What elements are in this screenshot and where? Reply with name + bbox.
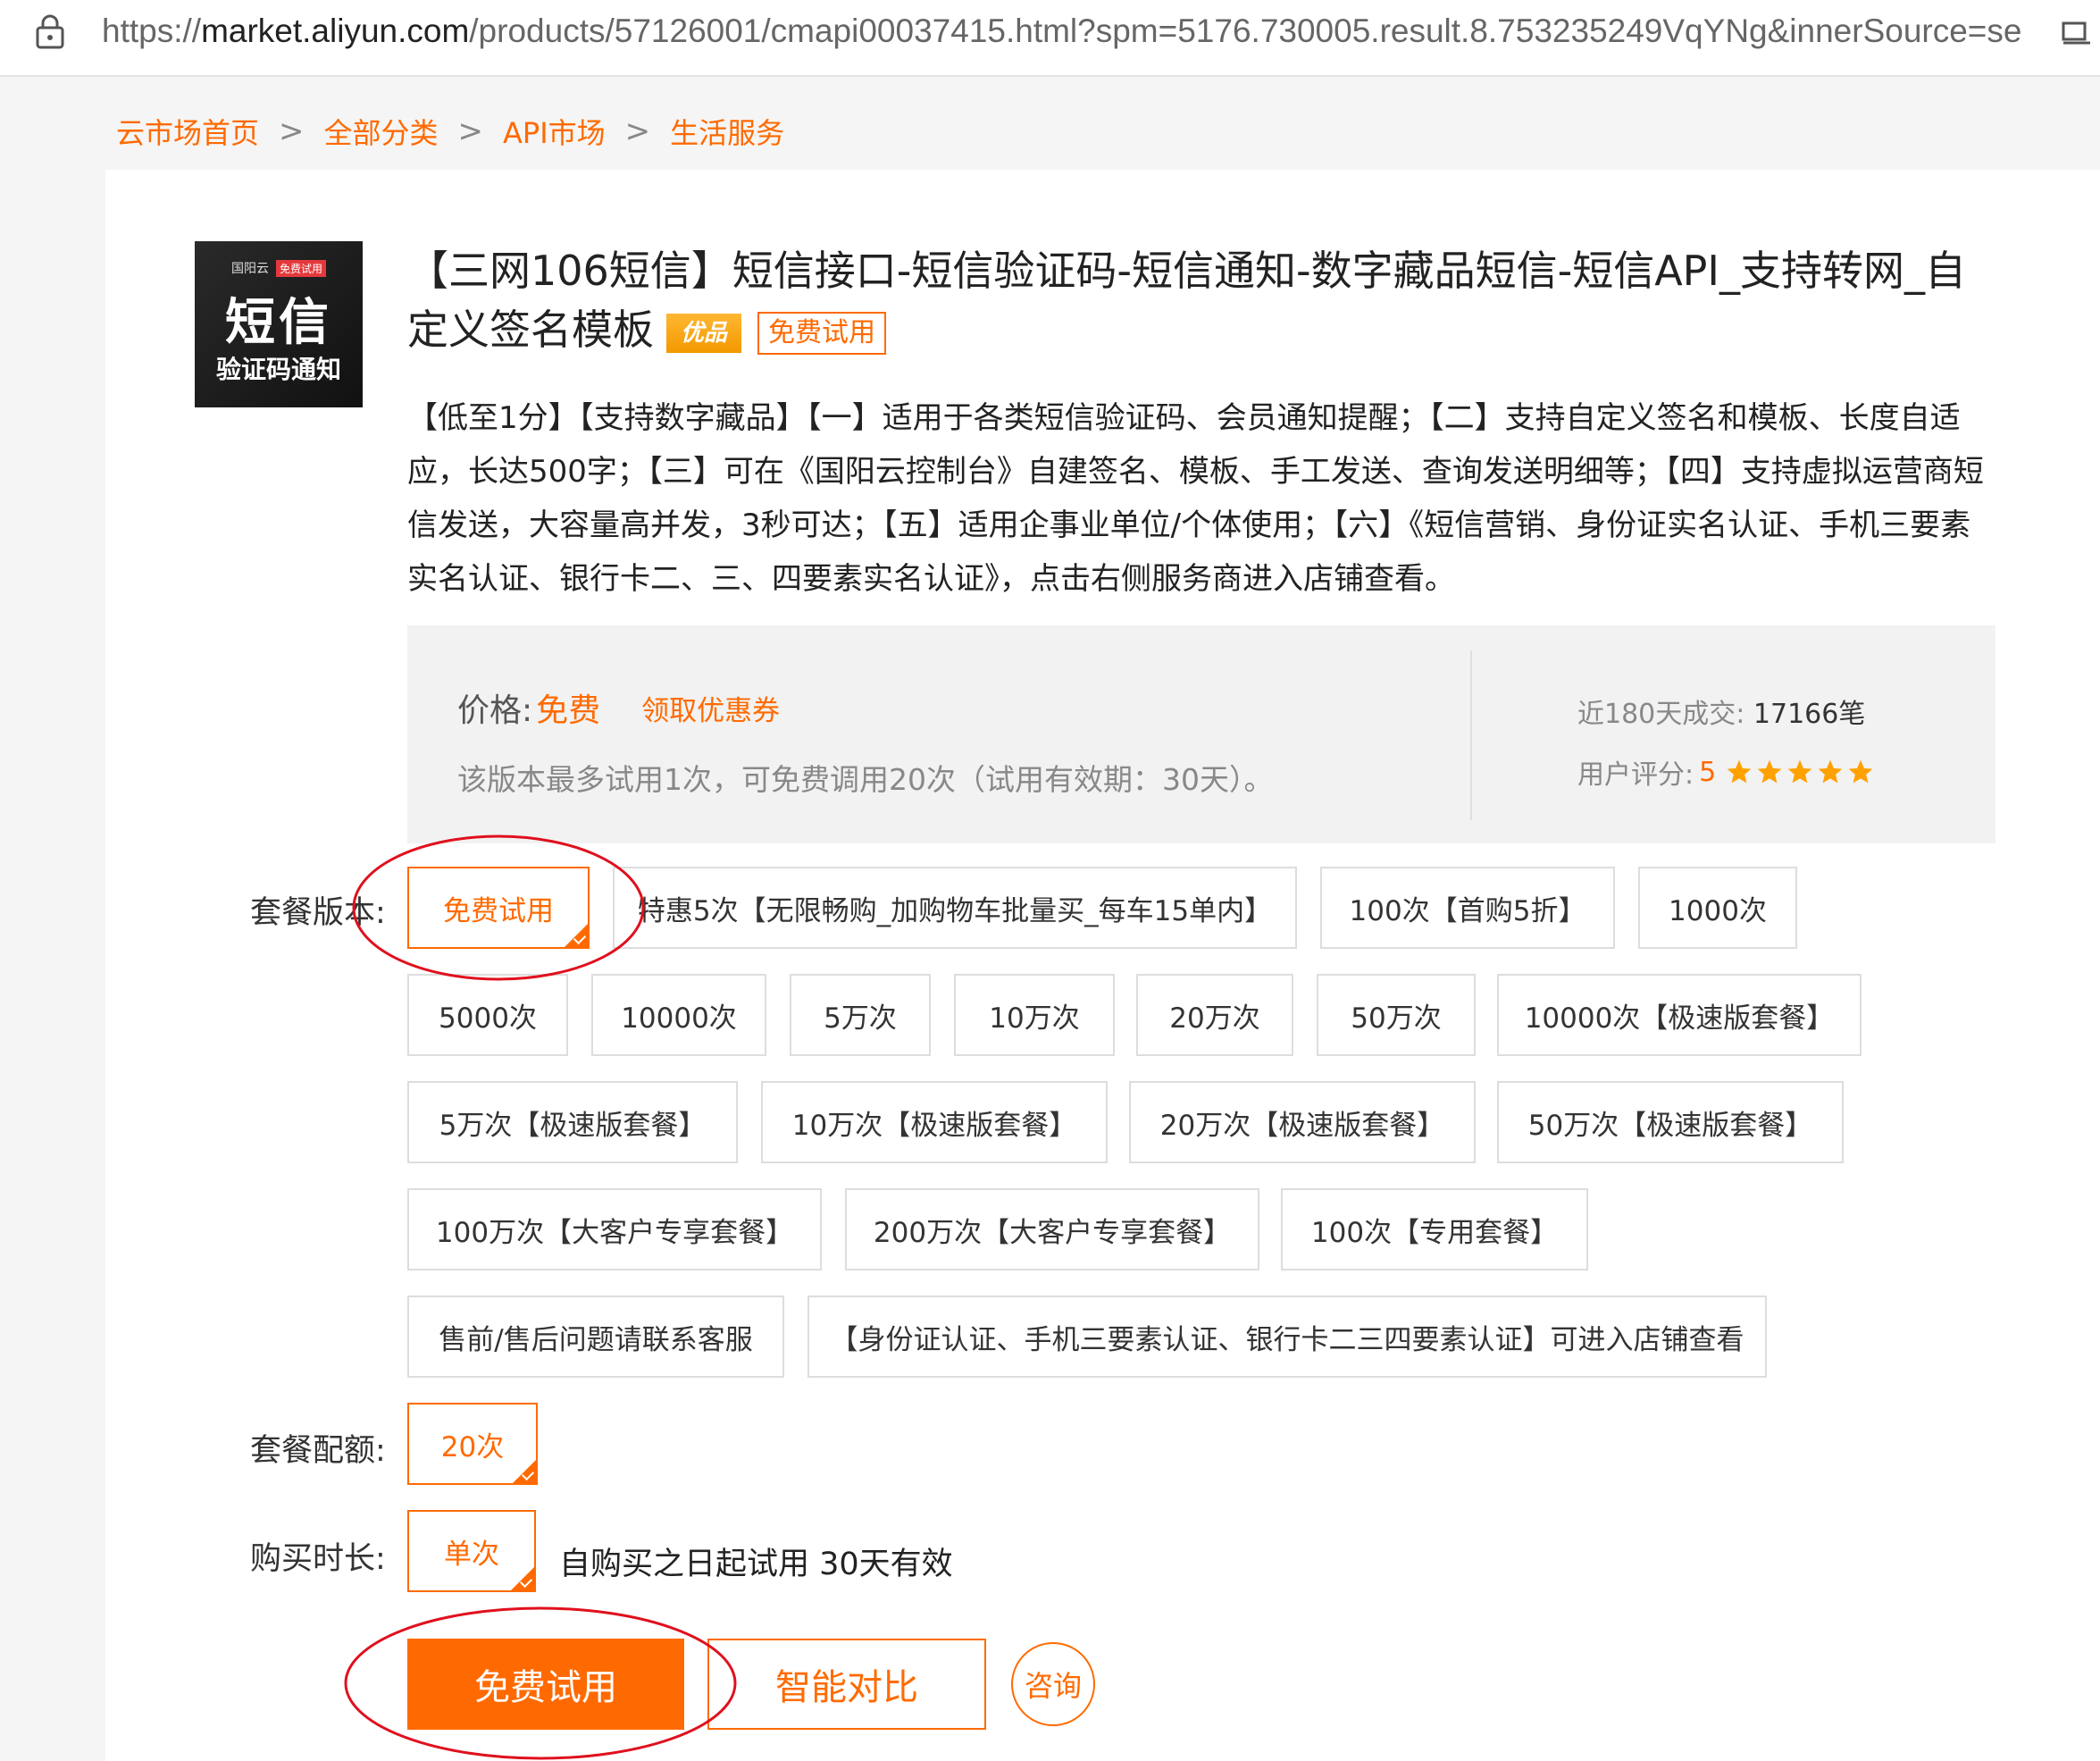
duration-value: 单次 [444,1538,499,1571]
selected-check-icon [563,922,590,949]
consult-button[interactable]: 咨询 [1011,1642,1095,1726]
duration-label: 购买时长: [250,1541,386,1577]
url-text[interactable]: https://market.aliyun.com/products/57126… [102,9,2022,54]
chevron-right-icon: > [457,113,484,149]
package-option[interactable]: 100次【专用套餐】 [1281,1188,1588,1270]
breadcrumb-api-market[interactable]: API市场 [503,111,606,152]
chevron-right-icon: > [624,113,651,149]
rating-label: 用户评分: [1577,759,1694,791]
package-option[interactable]: 100次【首购5折】 [1320,867,1615,949]
star-icon [1818,759,1843,784]
coupon-link[interactable]: 领取优惠券 [641,688,780,728]
package-option[interactable]: 5000次 [407,974,568,1056]
rating-value: 5 [1699,756,1717,788]
package-option[interactable]: 5万次【极速版套餐】 [407,1081,738,1163]
trial-badge: 免费试用 [757,311,887,355]
price-value: 免费 [536,692,601,729]
duration-note: 自购买之日起试用 30天有效 [559,1547,953,1582]
package-option[interactable]: 50万次【极速版套餐】 [1497,1081,1844,1163]
package-option[interactable]: 20万次【极速版套餐】 [1129,1081,1476,1163]
package-option[interactable]: 10万次 [954,974,1115,1056]
star-icon [1757,759,1782,784]
package-option[interactable]: 20万次 [1136,974,1293,1056]
package-option[interactable]: 免费试用 [407,867,590,949]
selected-check-icon [509,1565,536,1592]
quota-label: 套餐配额: [250,1433,386,1469]
package-option[interactable]: 10000次【极速版套餐】 [1497,974,1862,1056]
logo-free-badge: 免费试用 [275,259,326,277]
package-option[interactable]: 10000次 [591,974,766,1056]
deals-label: 近180天成交: [1577,699,1745,730]
product-title-block: 【三网106短信】短信接口-短信验证码-短信通知-数字藏品短信-短信API_支持… [407,241,1979,359]
price-box: 价格: 免费 领取优惠券 该版本最多试用1次，可免费调用20次（试用有效期：30… [407,625,1995,843]
address-bar[interactable]: https://market.aliyun.com/products/57126… [0,0,2100,77]
price-line: 价格: 免费 领取优惠券 [457,684,780,731]
package-option[interactable]: 1000次 [1638,867,1797,949]
star-icon [1787,759,1812,784]
product-description: 【低至1分】【支持数字藏品】【一】适用于各类短信验证码、会员通知提醒；【二】支持… [407,400,1984,597]
package-option[interactable]: 50万次 [1317,974,1476,1056]
logo-big-text: 短信 [225,294,332,352]
package-label: 套餐版本: [250,895,386,931]
package-option[interactable]: 售前/售后问题请联系客服 [407,1296,784,1378]
price-label: 价格: [457,692,533,729]
logo-small-text: 验证码通知 [215,355,341,384]
package-option[interactable]: 【身份证认证、手机三要素认证、银行卡二三四要素认证】可进入店铺查看 [807,1296,1767,1378]
trial-note: 该版本最多试用1次，可免费调用20次（试用有效期：30天）。 [457,762,1274,797]
breadcrumb-life-services[interactable]: 生活服务 [670,111,784,152]
package-option[interactable]: 200万次【大客户专享套餐】 [845,1188,1259,1270]
smart-compare-button[interactable]: 智能对比 [707,1639,986,1730]
package-option[interactable]: 特惠5次【无限畅购_加购物车批量买_每车15单内】 [613,867,1297,949]
product-logo: 国阳云 免费试用 短信 验证码通知 [195,241,363,407]
quota-option[interactable]: 20次 [407,1403,538,1485]
deals-count: 近180天成交: 17166笔 [1577,692,1865,731]
product-title: 【三网106短信】短信接口-短信验证码-短信通知-数字藏品短信-短信API_支持… [407,247,1966,354]
deals-value: 17166笔 [1753,699,1866,730]
star-icon [1727,759,1752,784]
rating-stars [1725,758,1875,786]
quality-badge: 优品 [666,313,742,353]
package-option[interactable]: 100万次【大客户专享套餐】 [407,1188,822,1270]
breadcrumb: 云市场首页 > 全部分类 > API市场 > 生活服务 [116,109,784,154]
free-trial-button[interactable]: 免费试用 [407,1639,684,1730]
breadcrumb-home[interactable]: 云市场首页 [116,111,259,152]
chevron-right-icon: > [279,113,305,149]
breadcrumb-all-categories[interactable]: 全部分类 [324,111,439,152]
divider [1470,650,1472,820]
tab-icon[interactable] [2062,18,2092,48]
package-option[interactable]: 10万次【极速版套餐】 [761,1081,1108,1163]
package-option[interactable]: 5万次 [790,974,931,1056]
duration-option[interactable]: 单次 [407,1510,536,1592]
logo-brand: 国阳云 [230,262,269,276]
quota-value: 20次 [440,1430,505,1463]
selected-check-icon [511,1458,538,1485]
user-rating: 用户评分: 5 [1577,752,1875,792]
star-icon [1848,759,1873,784]
lock-icon [36,14,64,49]
